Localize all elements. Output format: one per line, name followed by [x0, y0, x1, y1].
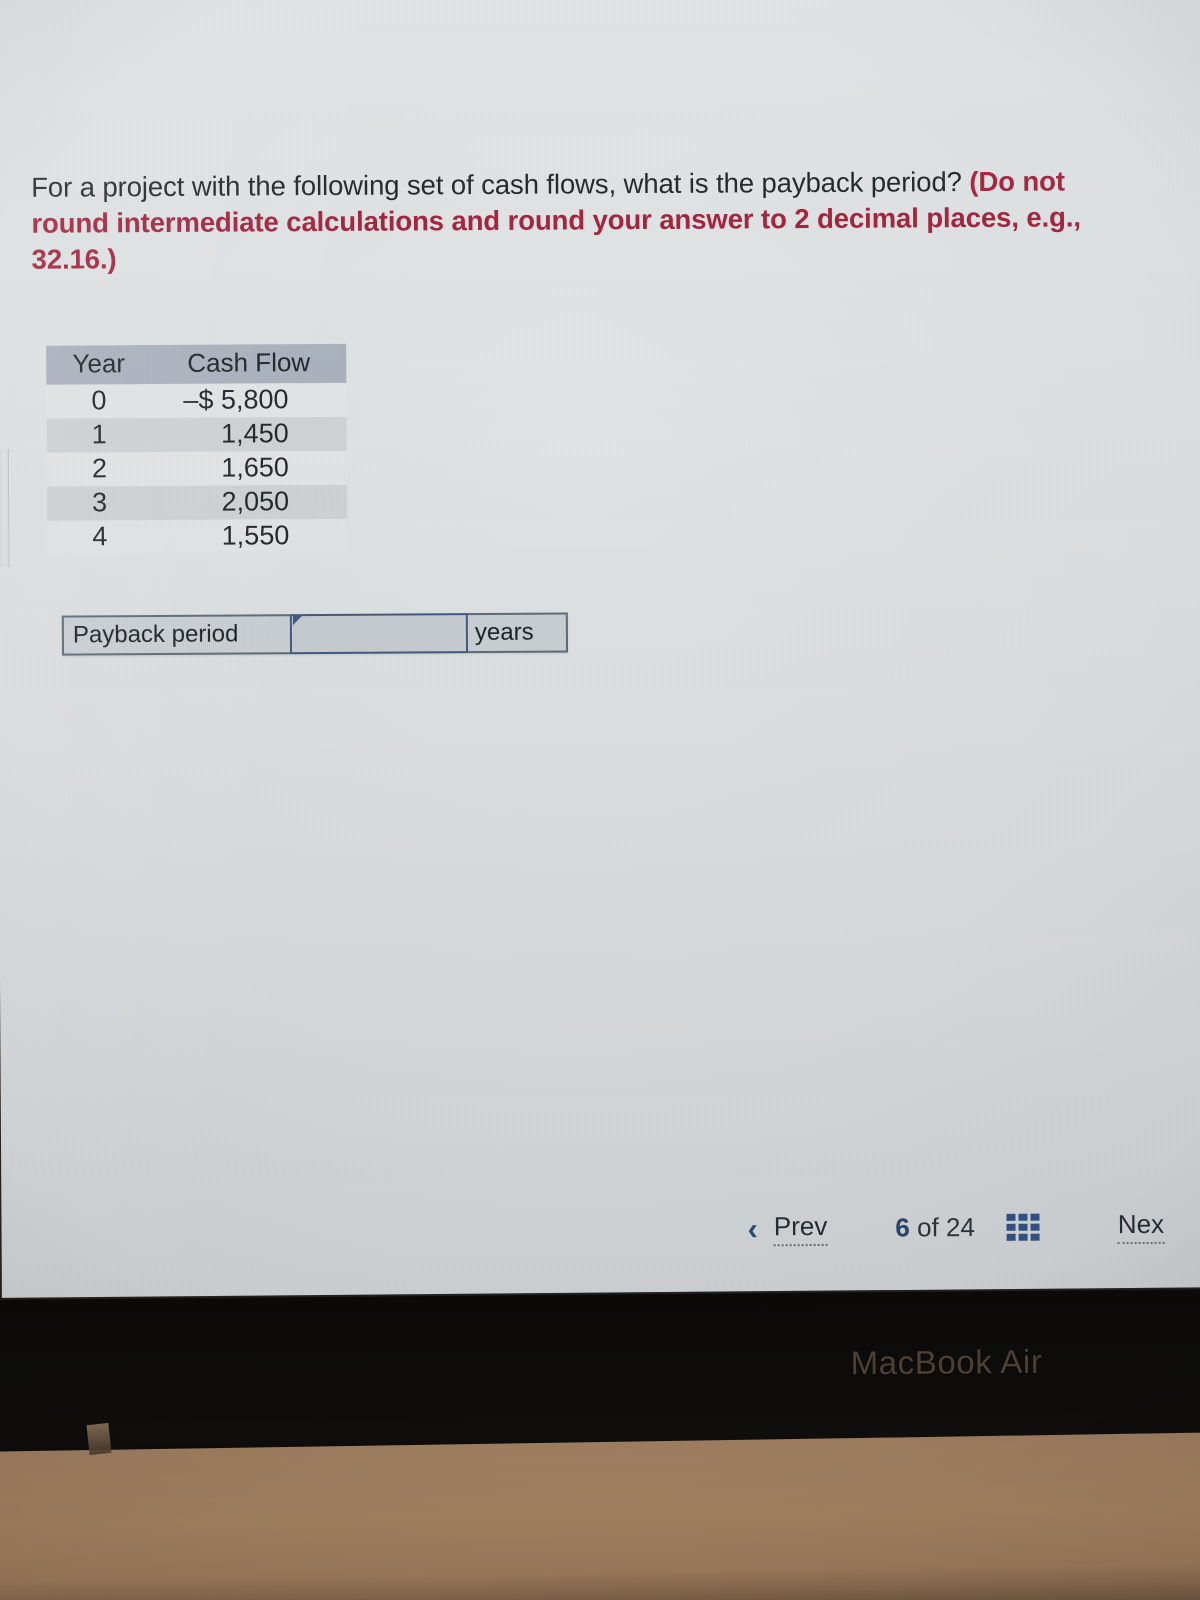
prev-button-label: Prev — [773, 1210, 828, 1247]
input-caret-marker-icon — [292, 616, 302, 626]
cell-cash-flow: –$ 5,800 — [151, 382, 347, 419]
question-navigation-bar: ‹ Prev 6 of 24 Nex — [747, 1208, 1165, 1247]
prev-button[interactable]: ‹ Prev — [747, 1210, 828, 1247]
cell-cash-flow: 1,450 — [151, 416, 347, 453]
cell-cash-flow: 1,650 — [151, 450, 348, 487]
table-row: 0 –$ 5,800 — [46, 382, 347, 419]
cell-year: 0 — [46, 384, 152, 419]
grid-cell — [1030, 1233, 1040, 1241]
next-button-label: Nex — [1117, 1208, 1165, 1245]
cell-year: 3 — [47, 486, 153, 521]
grid-cell — [1006, 1223, 1016, 1231]
photograph-of-laptop-screen: For a project with the following set of … — [0, 0, 1200, 1600]
grid-cell — [1030, 1213, 1040, 1221]
grid-cell — [1018, 1223, 1028, 1231]
desk-surface — [0, 1431, 1200, 1600]
cell-year: 4 — [47, 520, 153, 555]
grid-cell — [1006, 1233, 1016, 1241]
page-counter: 6 of 24 — [895, 1212, 975, 1243]
table-row: 4 1,550 — [47, 518, 348, 555]
cell-cash-flow: 1,550 — [152, 518, 348, 555]
answer-unit-label: years — [467, 612, 569, 654]
laptop-screen: For a project with the following set of … — [0, 0, 1200, 1304]
grid-icon[interactable] — [1006, 1213, 1040, 1241]
payback-period-label: Payback period — [61, 614, 291, 656]
question-plain-text: For a project with the following set of … — [31, 166, 970, 203]
grid-cell — [1006, 1213, 1016, 1221]
counter-of-text: of — [916, 1212, 939, 1243]
total-page-count: 24 — [945, 1212, 975, 1243]
laptop-hinge-detail — [86, 1422, 112, 1456]
answer-entry-row: Payback period years — [61, 612, 569, 656]
grid-cell — [1018, 1213, 1028, 1221]
cell-year: 1 — [46, 418, 152, 453]
next-button[interactable]: Nex — [1117, 1208, 1165, 1245]
grid-cell — [1018, 1233, 1028, 1241]
payback-period-input[interactable] — [291, 615, 467, 653]
cell-year: 2 — [46, 452, 153, 487]
table-row: 3 2,050 — [47, 484, 348, 521]
table-row: 1 1,450 — [46, 416, 347, 453]
table-row: 2 1,650 — [46, 450, 348, 487]
macbook-air-branding: MacBook Air — [850, 1342, 1043, 1382]
table-header-row: Year Cash Flow — [46, 343, 347, 385]
question-prompt: For a project with the following set of … — [31, 163, 1132, 278]
cell-cash-flow: 2,050 — [152, 484, 348, 521]
column-header-cash-flow: Cash Flow — [151, 343, 347, 385]
grid-cell — [1030, 1223, 1040, 1231]
column-header-year: Year — [46, 345, 152, 385]
payback-period-input-wrapper[interactable] — [289, 613, 469, 655]
cash-flow-table: Year Cash Flow 0 –$ 5,800 1 1,450 2 1,65… — [46, 343, 348, 555]
chevron-left-icon: ‹ — [747, 1211, 758, 1247]
page-edge-sliver — [0, 448, 10, 567]
current-page-number: 6 — [895, 1212, 910, 1243]
